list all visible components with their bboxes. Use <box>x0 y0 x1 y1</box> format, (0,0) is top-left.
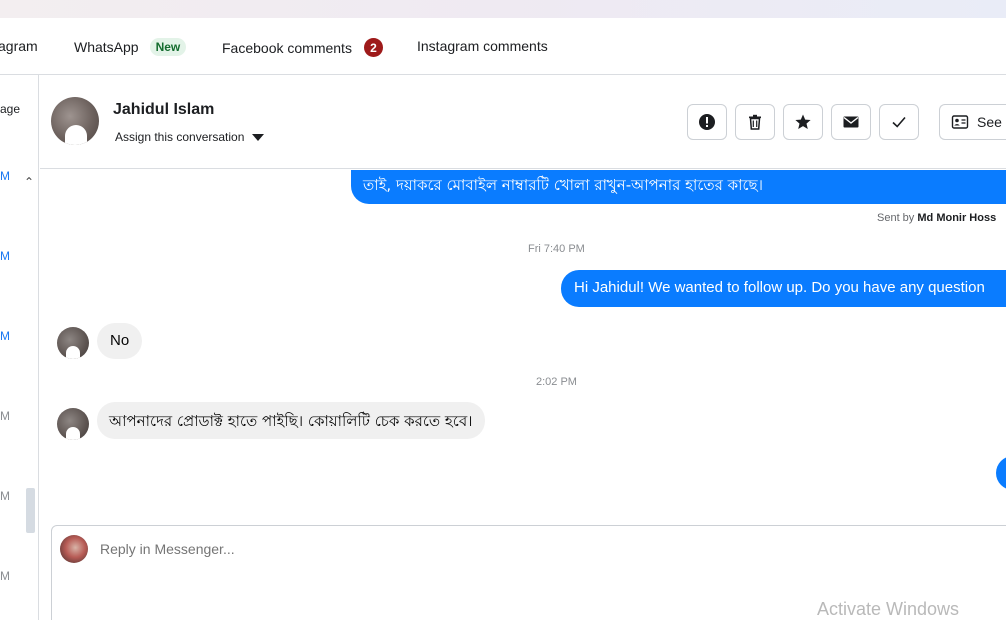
tab-whatsapp[interactable]: WhatsApp New <box>74 38 187 56</box>
tab-label: agram <box>0 38 38 54</box>
outgoing-message-bubble-partial <box>996 456 1006 490</box>
conversation-header: Jahidul Islam Assign this conversation S… <box>40 75 1006 169</box>
avatar <box>60 535 88 563</box>
see-contact-button[interactable]: See c <box>939 104 1006 140</box>
exclamation-circle-icon <box>699 114 715 130</box>
trash-icon <box>749 114 761 130</box>
chevron-up-icon[interactable]: ⌃ <box>24 175 34 189</box>
rail-page-label: age <box>0 102 21 116</box>
assign-conversation-dropdown[interactable]: Assign this conversation <box>115 130 265 144</box>
caret-down-icon <box>252 133 265 141</box>
mark-done-button[interactable] <box>879 104 919 140</box>
rail-time: M <box>0 489 10 503</box>
tab-label: Instagram comments <box>417 38 548 54</box>
channel-tabs: agram WhatsApp New Facebook comments 2 I… <box>0 18 1006 75</box>
avatar <box>57 327 89 359</box>
message-text: Hi Jahidul! We wanted to follow up. Do y… <box>574 279 985 296</box>
sent-by-prefix: Sent by <box>877 212 915 224</box>
timestamp: 2:02 PM <box>536 376 577 388</box>
tab-facebook-comments[interactable]: Facebook comments 2 <box>222 38 383 57</box>
contact-card-icon <box>951 115 969 129</box>
rail-time: M <box>0 169 10 183</box>
browser-top-strip <box>0 0 1006 18</box>
conversation-list-rail: age M ⌃ M M M M M <box>0 75 39 620</box>
timestamp: Fri 7:40 PM <box>528 243 585 255</box>
count-badge: 2 <box>363 38 383 57</box>
mark-spam-button[interactable] <box>687 104 727 140</box>
message-text: আপনাদের প্রোডাক্ট হাতে পাইছি। কোয়ালিটি … <box>109 412 473 430</box>
sent-by-line: Sent by Md Monir Hoss <box>877 212 996 224</box>
rail-time: M <box>0 569 10 583</box>
rail-time: M <box>0 249 10 263</box>
incoming-message-bubble: No <box>97 323 143 359</box>
outgoing-message-bubble: ... তাই, দয়াকরে মোবাইল নাম্বারটি খোলা র… <box>351 170 1006 204</box>
avatar[interactable] <box>51 97 99 145</box>
rail-time: M <box>0 329 10 343</box>
mark-unread-button[interactable] <box>831 104 871 140</box>
reply-input[interactable] <box>100 541 600 557</box>
avatar <box>57 408 89 440</box>
delete-button[interactable] <box>735 104 775 140</box>
tab-label: Facebook comments <box>222 39 352 56</box>
see-label: See c <box>977 114 1006 130</box>
tab-instagram-partial[interactable]: agram <box>0 38 38 54</box>
tab-instagram-comments[interactable]: Instagram comments <box>417 38 548 54</box>
envelope-icon <box>843 116 859 128</box>
rail-time: M <box>0 409 10 423</box>
contact-name[interactable]: Jahidul Islam <box>113 101 214 119</box>
message-text: তাই, দয়াকরে মোবাইল নাম্বারটি খোলা রাখুন… <box>363 176 763 194</box>
outgoing-message-bubble: Hi Jahidul! We wanted to follow up. Do y… <box>561 270 1006 307</box>
tab-label: WhatsApp <box>74 39 139 55</box>
message-text: No <box>110 332 130 349</box>
incoming-message-bubble: আপনাদের প্রোডাক্ট হাতে পাইছি। কোয়ালিটি … <box>97 402 485 439</box>
activate-windows-watermark: Activate Windows <box>817 599 960 619</box>
assign-label: Assign this conversation <box>115 130 245 144</box>
scrollbar-thumb[interactable] <box>26 488 35 533</box>
checkmark-icon <box>892 116 906 128</box>
new-badge: New <box>149 38 187 56</box>
star-button[interactable] <box>783 104 823 140</box>
message-thread: ... তাই, দয়াকরে মোবাইল নাম্বারটি খোলা র… <box>40 170 1006 525</box>
star-icon <box>795 114 811 129</box>
sent-by-name: Md Monir Hoss <box>917 212 997 224</box>
